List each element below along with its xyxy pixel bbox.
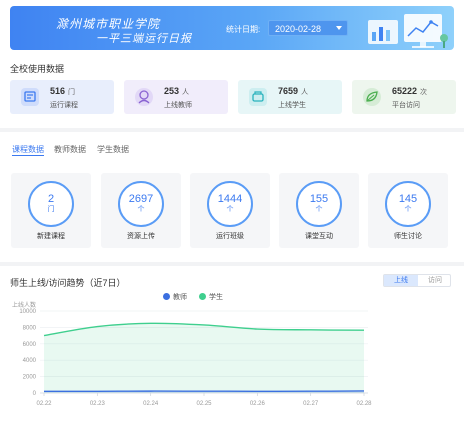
metric-label: 新建课程 <box>37 233 65 240</box>
metric-unit: 个 <box>404 206 412 213</box>
y-tick-label: 6000 <box>23 342 37 348</box>
metric-toggle: 上线 访问 <box>383 274 451 287</box>
stat-card-students: 7659 人 上线学生 <box>238 80 342 114</box>
stat-value: 65222 <box>392 86 418 96</box>
date-label: 统计日期: <box>226 25 261 34</box>
series-area <box>44 323 364 393</box>
book-icon <box>21 88 39 106</box>
stat-value: 253 <box>164 86 180 96</box>
x-tick-label: 02.28 <box>356 401 372 407</box>
stat-card-courses: 516 门 运行课程 <box>10 80 114 114</box>
metric-ring: 2 门 <box>28 181 74 227</box>
metric-label: 资源上传 <box>127 233 155 240</box>
stat-unit: 人 <box>301 89 309 96</box>
metric-value: 1444 <box>217 193 243 205</box>
y-tick-label: 8000 <box>23 325 37 331</box>
metric-ring: 1444 个 <box>207 181 253 227</box>
section-title-school-usage: 全校使用数据 <box>10 64 65 74</box>
metric-label: 师生讨论 <box>394 233 422 240</box>
teacher-icon <box>135 88 153 106</box>
metric-value: 2 <box>47 193 55 205</box>
section-divider <box>0 128 464 132</box>
metric-value: 155 <box>309 193 329 205</box>
metric-value: 145 <box>398 193 418 205</box>
stat-card-visits: 65222 次 平台访问 <box>352 80 456 114</box>
toggle-online[interactable]: 上线 <box>384 275 418 286</box>
x-tick-label: 02.25 <box>196 401 212 407</box>
toggle-visits[interactable]: 访问 <box>418 275 452 286</box>
stat-label: 上线教师 <box>164 102 192 109</box>
metric-unit: 个 <box>137 206 145 213</box>
section-title-trend: 师生上线/访问趋势（近7日） <box>10 278 126 288</box>
dashboard-illustration-icon <box>368 14 448 48</box>
report-banner: 滁州城市职业学院 一平三端运行日报 统计日期: 2020-02-28 <box>10 6 454 50</box>
course-card-interactions: 155 个 课堂互动 <box>279 173 359 248</box>
stat-unit: 人 <box>182 89 190 96</box>
stat-unit: 门 <box>68 89 76 96</box>
date-select[interactable]: 2020-02-28 <box>268 20 348 36</box>
y-tick-label: 4000 <box>23 358 37 364</box>
tab-course-data[interactable]: 课程数据 <box>12 144 44 155</box>
stat-unit: 次 <box>420 89 428 96</box>
x-tick-label: 02.26 <box>250 401 266 407</box>
x-tick-label: 02.23 <box>90 401 106 407</box>
stat-label: 上线学生 <box>278 102 306 109</box>
stat-label: 运行课程 <box>50 102 78 109</box>
course-card-resources: 2697 个 资源上传 <box>101 173 181 248</box>
x-tick-label: 02.22 <box>36 401 52 407</box>
student-icon <box>249 88 267 106</box>
tab-student-data[interactable]: 学生数据 <box>97 144 129 155</box>
stat-value: 7659 <box>278 86 299 96</box>
x-tick-label: 02.27 <box>303 401 319 407</box>
metric-value: 2697 <box>128 193 154 205</box>
tab-teacher-data[interactable]: 教师数据 <box>54 144 86 155</box>
metric-unit: 门 <box>47 206 55 213</box>
stat-card-teachers: 253 人 上线教师 <box>124 80 228 114</box>
date-value: 2020-02-28 <box>275 24 322 34</box>
tab-active-indicator <box>12 155 44 156</box>
course-card-classes: 1444 个 运行班级 <box>190 173 270 248</box>
y-tick-label: 10000 <box>19 309 36 315</box>
metric-label: 运行班级 <box>216 233 244 240</box>
y-tick-label: 2000 <box>23 375 37 381</box>
chevron-down-icon <box>336 26 342 30</box>
y-axis-label: 上线人数 <box>12 301 36 309</box>
metric-ring: 2697 个 <box>118 181 164 227</box>
leaf-icon <box>363 88 381 106</box>
metric-unit: 个 <box>226 206 234 213</box>
metric-ring: 155 个 <box>296 181 342 227</box>
x-tick-label: 02.24 <box>143 401 159 407</box>
stat-label: 平台访问 <box>392 102 420 109</box>
section-divider <box>0 262 464 266</box>
y-tick-label: 0 <box>33 391 37 397</box>
metric-ring: 145 个 <box>385 181 431 227</box>
course-card-new-courses: 2 门 新建课程 <box>11 173 91 248</box>
report-title: 一平三端运行日报 <box>96 33 192 45</box>
metric-unit: 个 <box>315 206 323 213</box>
course-card-discussions: 145 个 师生讨论 <box>368 173 448 248</box>
metric-label: 课堂互动 <box>305 233 333 240</box>
stat-value: 516 <box>50 86 66 96</box>
trend-chart: 上线人数 0 2000 4000 6000 8000 10000 02.22 02.23 02… <box>12 301 372 407</box>
